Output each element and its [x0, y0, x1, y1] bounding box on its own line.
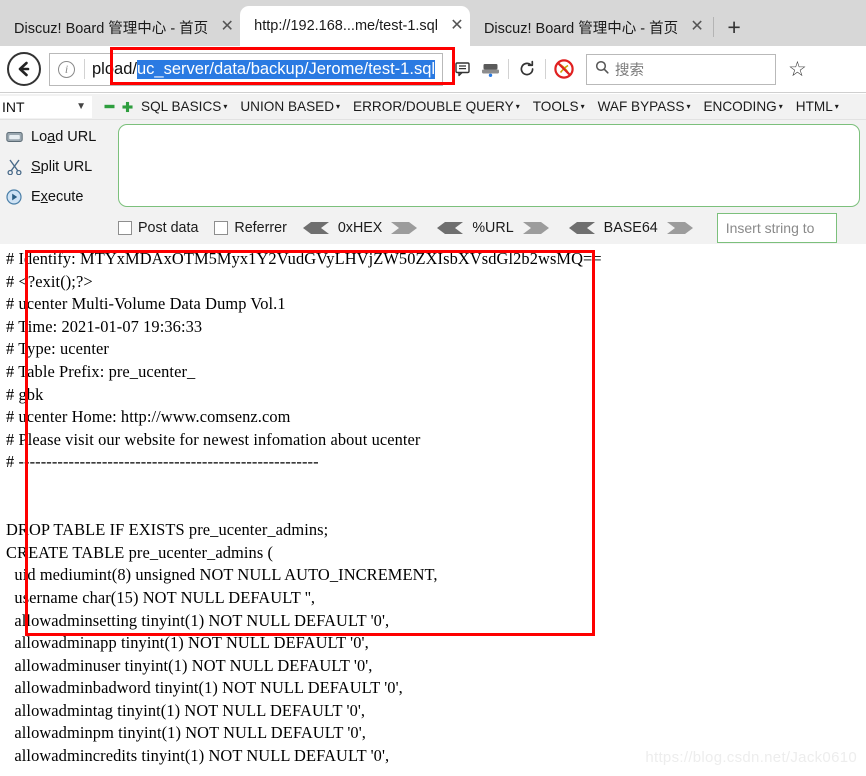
base64-label: BASE64 [603, 220, 658, 236]
search-bar[interactable]: 搜索 [586, 53, 776, 85]
page-content: # Identify: MTYxMDAxOTM5Myx1Y2VudGVyLHVj… [0, 244, 866, 776]
load-url-button[interactable]: Load URL [0, 122, 112, 152]
menu-html[interactable]: HTML [796, 99, 839, 114]
toolbar-divider [508, 59, 509, 79]
blocked-icon[interactable] [551, 55, 577, 83]
base64-encode-button[interactable] [666, 221, 693, 235]
tab-close-icon[interactable]: ✕ [218, 19, 236, 35]
tab-title: Discuz! Board 管理中心 - 首页 [483, 20, 679, 37]
browser-tab-1[interactable]: Discuz! Board 管理中心 - 首页 ✕ [0, 8, 241, 46]
menu-error-double-query[interactable]: ERROR/DOUBLE QUERY [353, 99, 520, 114]
url-decode-button[interactable] [437, 221, 464, 235]
referrer-checkbox[interactable]: Referrer [214, 220, 287, 236]
url-encode-button[interactable] [522, 221, 549, 235]
tab-separator [713, 17, 715, 37]
hex-decode-button[interactable] [302, 221, 329, 235]
insert-string-placeholder: Insert string to [725, 220, 815, 236]
hackbar-menubar: SQL BASICS UNION BASED ERROR/DOUBLE QUER… [141, 99, 852, 114]
hackbar-menu-row: INT ▼ SQL BASICS UNION BASED ERROR/DOUBL… [0, 94, 866, 120]
tab-title: Discuz! Board 管理中心 - 首页 [14, 20, 209, 37]
chevron-down-icon: ▼ [76, 101, 86, 112]
checkbox-box [118, 221, 132, 235]
star-icon[interactable]: ☆ [788, 59, 807, 80]
url-text: pload/uc_server/data/backup/Jerome/test-… [85, 59, 436, 79]
hackbar-actions: Load URL Split URL Execute [0, 122, 112, 212]
tab-close-icon[interactable]: ✕ [688, 19, 706, 35]
collapse-button[interactable] [104, 101, 115, 112]
checkbox-box [214, 221, 229, 235]
base64-decode-button[interactable] [568, 221, 595, 235]
reader-view-icon[interactable] [451, 55, 477, 83]
hackbar-url-textarea[interactable] [118, 124, 860, 207]
new-tab-button[interactable]: + [717, 10, 751, 44]
search-icon [595, 60, 609, 79]
load-url-label: Load URL [31, 129, 97, 145]
execute-icon [3, 189, 25, 205]
hex-encode-button[interactable] [391, 221, 418, 235]
hex-label: 0xHEX [337, 220, 383, 236]
database-type-value: INT [2, 98, 25, 115]
url-selected-text: uc_server/data/backup/Jerome/test-1.sql [136, 59, 436, 79]
address-bar-actions [451, 55, 577, 83]
save-to-pocket-icon[interactable] [477, 55, 503, 83]
menu-union-based[interactable]: UNION BASED [240, 99, 340, 114]
url-prefix: pload/ [92, 59, 137, 78]
menu-encoding[interactable]: ENCODING [703, 99, 782, 114]
search-placeholder: 搜索 [615, 62, 644, 79]
menu-sql-basics[interactable]: SQL BASICS [141, 99, 227, 114]
post-data-checkbox[interactable]: Post data [118, 220, 198, 236]
back-arrow-icon [14, 59, 34, 79]
referrer-label: Referrer [234, 220, 287, 236]
execute-button[interactable]: Execute [0, 182, 112, 212]
split-url-icon [3, 159, 25, 175]
split-url-button[interactable]: Split URL [0, 152, 112, 182]
browser-tab-2[interactable]: http://192.168...me/test-1.sql ✕ [240, 6, 470, 46]
load-url-icon [3, 130, 25, 144]
insert-string-input[interactable]: Insert string to [716, 213, 837, 243]
hex-encoder-group: 0xHEX [302, 220, 418, 236]
execute-label: Execute [31, 189, 84, 205]
url-encoder-group: %URL [437, 220, 549, 236]
base64-encoder-group: BASE64 [568, 220, 693, 236]
address-bar[interactable]: i pload/uc_server/data/backup/Jerome/tes… [49, 52, 443, 86]
navigation-toolbar: i pload/uc_server/data/backup/Jerome/tes… [0, 46, 866, 132]
menu-tools[interactable]: TOOLS [533, 99, 585, 114]
split-url-label: Split URL [31, 159, 93, 175]
url-encode-label: %URL [472, 220, 514, 236]
watermark-text: https://blog.csdn.net/Jack0610 [645, 749, 857, 766]
back-button[interactable] [7, 52, 41, 86]
toolbar-divider [545, 59, 546, 79]
reload-icon[interactable] [514, 55, 540, 83]
database-type-select[interactable]: INT ▼ [0, 95, 92, 118]
menu-waf-bypass[interactable]: WAF BYPASS [598, 99, 691, 114]
hackbar-options-row: Post data Referrer 0xHEX %URL BASE64 Ins… [118, 213, 866, 243]
tab-title: http://192.168...me/test-1.sql [254, 18, 438, 34]
expand-button[interactable] [122, 101, 133, 112]
browser-window: Discuz! Board 管理中心 - 首页 ✕ http://192.168… [0, 0, 866, 776]
browser-tab-3[interactable]: Discuz! Board 管理中心 - 首页 ✕ [469, 8, 711, 46]
site-identity-icon[interactable]: i [58, 60, 75, 78]
post-data-label: Post data [138, 220, 199, 236]
tab-close-icon[interactable]: ✕ [448, 18, 466, 34]
sql-dump-text: # Identify: MTYxMDAxOTM5Myx1Y2VudGVyLHVj… [6, 249, 602, 766]
hackbar-panel: Load URL Split URL Execute Post data Ref… [0, 120, 866, 244]
tab-strip: Discuz! Board 管理中心 - 首页 ✕ http://192.168… [0, 0, 866, 46]
